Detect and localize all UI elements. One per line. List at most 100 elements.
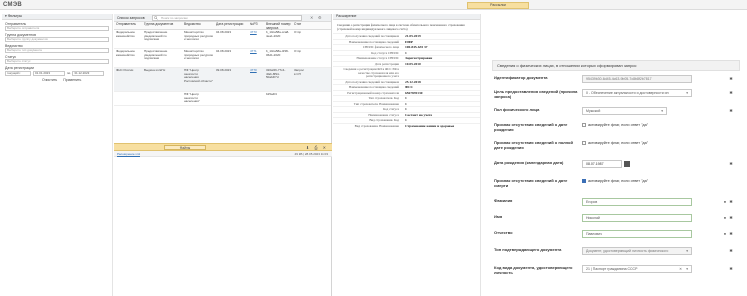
table-cell: Запрос в СП	[294, 68, 304, 76]
no-birth-checkbox[interactable]: активируйте флаг, если ответ "да"	[582, 123, 648, 128]
document-row-value: 1	[405, 50, 407, 55]
document-row-value: 6567839130	[405, 90, 423, 95]
doc-kind-value: 21 | Паспорт гражданина СССР	[586, 267, 638, 271]
document-row-value: Страхование жизни и здоровья	[405, 123, 455, 128]
doc-type-select[interactable]: Документ, удостоверяющий личность физиче…	[582, 247, 692, 255]
document-row-value: 25.12.2018	[405, 79, 421, 84]
document-row-key: СНИЛС физического лица	[362, 45, 399, 49]
column-header[interactable]: Ведомство	[182, 22, 214, 29]
info-icon[interactable]: ✱	[728, 199, 734, 205]
table-row[interactable]: Федеральное казначейство Предоставление …	[114, 30, 331, 49]
table-row[interactable]: Федеральное казначейство Предоставление …	[114, 49, 331, 68]
gender-value: Мужской	[586, 109, 601, 113]
doc-group-select[interactable]: Выберите группу документов	[5, 37, 109, 42]
table-cell: Федеральное казначейство	[116, 30, 135, 38]
column-header[interactable]: Дата регистрации	[214, 22, 248, 29]
document-row-key: Наименование статуса	[368, 112, 399, 117]
no-birth-label: Признак отсутствия сведений о дате рожде…	[494, 122, 568, 132]
document-row-value	[403, 67, 405, 79]
patronymic-input[interactable]: Павлович	[582, 230, 692, 238]
column-header[interactable]: Группа документов	[142, 22, 182, 29]
no-birth-check-label: активируйте флаг, если ответ "да"	[588, 123, 649, 127]
table-cell: ПФ "Центр занятости населения Ростовской…	[184, 68, 213, 83]
document-row-key: Дата получения сведений поставщиком	[345, 79, 399, 84]
info-icon[interactable]: ✱	[728, 215, 734, 221]
request-number-link[interactable]: 4770	[248, 68, 264, 91]
apply-button[interactable]: Применить	[63, 78, 81, 83]
table-cell: Отпр	[294, 30, 302, 34]
file-link[interactable]: Расширение.xml	[117, 152, 140, 156]
top-bar: СМЭВ Рассылки	[0, 0, 747, 10]
date-from-input[interactable]: 01.01.2023	[33, 71, 65, 76]
column-header[interactable]: №РЗ	[248, 22, 264, 29]
no-birth-full-check-label: активируйте флаг, если ответ "да"	[588, 141, 649, 145]
search-input[interactable]: Поиск по запросам	[152, 15, 302, 21]
document-row-key: Наименование статуса СНИЛС	[356, 56, 399, 60]
clear-icon[interactable]: ✕	[679, 266, 682, 272]
agency-select[interactable]: Выберите тип документа	[5, 48, 109, 53]
chevron-down-icon: ▾	[686, 267, 688, 271]
info-icon[interactable]: ✱	[728, 90, 734, 96]
document-row-value: 1	[405, 101, 407, 106]
table-cell: b_10ca58a-4f38-06d1-2020	[266, 49, 289, 57]
no-death-check-label: активируйте флаг, если ответ "да"	[588, 179, 649, 183]
info-icon[interactable]: ✱	[728, 76, 734, 82]
chevron-down-icon: ▾	[686, 249, 688, 253]
clear-button[interactable]: Очистить	[42, 78, 57, 83]
info-icon[interactable]: ✱	[728, 231, 734, 237]
date-mode-select[interactable]: текущий г.	[5, 71, 31, 76]
document-row-key: Дата регистрации	[374, 61, 399, 66]
file-actions-icon[interactable]: ⬇ ⎙ ✕	[306, 145, 328, 150]
table-cell: Министерство природных ресурсов и эколог…	[184, 49, 213, 60]
tab-mailings[interactable]: Рассылки	[467, 2, 529, 9]
table-cell	[248, 92, 264, 105]
filters-header[interactable]: ▾ Фильтры	[2, 14, 112, 20]
gear-icon[interactable]: ⚙	[318, 15, 322, 20]
close-icon[interactable]: ✕	[310, 15, 313, 20]
gender-select[interactable]: Мужской ▾	[582, 107, 667, 115]
no-death-label: Признак отсутствия сведений о дате смерт…	[494, 178, 568, 188]
column-header[interactable]: Внешний номер запроса	[264, 22, 292, 29]
request-number-link[interactable]: 4773	[248, 30, 264, 48]
file-row[interactable]: Расширение.xml 49 КБ | 28.05.2023 11:03	[114, 151, 332, 157]
birth-date-input[interactable]: 08.07.1987	[582, 160, 622, 168]
document-row-key: Дата получения сведений поставщиком	[345, 34, 399, 38]
document-row-key: Код статуса СНИЛС	[371, 50, 399, 55]
table-cell	[142, 92, 182, 105]
no-birth-full-checkbox[interactable]: активируйте флаг, если ответ "да"	[582, 141, 648, 146]
filters-title: Фильтры	[7, 14, 23, 18]
table-cell: b25a4f4	[266, 92, 277, 96]
doc-kind-select[interactable]: 21 | Паспорт гражданина СССР ✕ ▾	[582, 265, 692, 273]
document-row-value: 10.05.2010	[405, 61, 421, 66]
surname-label: Фамилия	[494, 198, 513, 203]
surname-input[interactable]: Егоров	[582, 198, 692, 206]
sender-select[interactable]: Выберите отправителя	[5, 26, 109, 31]
calendar-icon[interactable]	[624, 161, 630, 167]
date-range-row: текущий г. 01.01.2023 по 31.12.2023	[5, 71, 109, 76]
document-row: Вид страхования. Наименование Страхование…	[333, 122, 480, 129]
document-row-value: 1	[405, 118, 407, 122]
info-icon[interactable]: ✱	[728, 108, 734, 114]
document-row-key: Тип страхователя. Код	[368, 96, 399, 100]
tab-files[interactable]: Файлы	[164, 145, 206, 150]
table-cell: ФНС России	[116, 68, 134, 72]
info-icon[interactable]: ✱	[728, 161, 734, 167]
list-columns: Отправитель Группа документов Ведомство …	[114, 22, 331, 30]
table-row[interactable]: ФНС России Выдача из ЕГН ПФ "Центр занят…	[114, 68, 331, 92]
purpose-value: 0 - Обеспечение актуальности и достоверн…	[586, 91, 669, 95]
date-to-input[interactable]: 31.12.2023	[72, 71, 105, 76]
info-icon[interactable]: ✱	[728, 248, 734, 254]
name-input[interactable]: Николай	[582, 214, 692, 222]
column-header[interactable]: Отправитель	[114, 22, 142, 29]
document-row-key: Сведения о регистрации ФЛ в ФСС РФ в кач…	[343, 67, 399, 78]
table-row[interactable]: ПФ "Центр занятости населения" b25a4f4	[114, 92, 331, 106]
name-label: Имя	[494, 214, 503, 219]
no-death-checkbox[interactable]: активируйте флаг, если ответ "да"	[582, 179, 648, 184]
status-select[interactable]: Выберите статус	[5, 59, 109, 64]
document-row-key: Наименование поставщика сведений	[348, 85, 399, 89]
document-row-key: Вид страхования. Код	[369, 118, 399, 122]
request-number-link[interactable]: 4771	[248, 49, 264, 67]
column-header[interactable]: Стат	[292, 22, 306, 29]
info-icon[interactable]: ✱	[728, 266, 734, 272]
purpose-select[interactable]: 0 - Обеспечение актуальности и достоверн…	[582, 89, 692, 97]
